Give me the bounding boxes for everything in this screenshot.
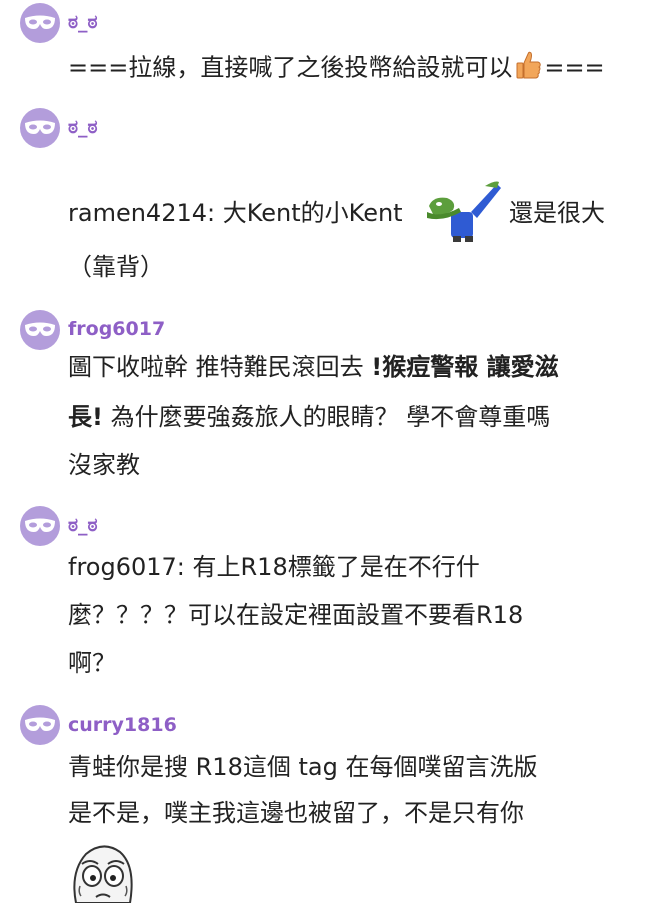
- comment-text: ramen4214: 大Kent的小Kent: [68, 199, 403, 227]
- username[interactable]: ಠ_ಠ: [68, 11, 98, 33]
- username[interactable]: frog6017: [68, 318, 165, 340]
- comment-text: 麼？？？？可以在設定裡面設置不要看R18: [68, 601, 524, 629]
- comment-text-line: frog6017: 有上R18標籤了是在不行什: [68, 552, 480, 582]
- comment-text-line: 沒家教: [68, 450, 140, 480]
- username[interactable]: curry1816: [68, 714, 177, 736]
- mask-avatar-icon[interactable]: [20, 108, 60, 148]
- comment-text-line: 是不是，噗主我這邊也被留了，不是只有你: [68, 798, 524, 828]
- comment-text: ===: [544, 53, 605, 82]
- comment-text: 為什麼要強姦旅人的眼睛？ 學不會尊重嗎: [102, 403, 551, 431]
- username[interactable]: ಠ_ಠ: [68, 116, 98, 138]
- comment-bold-text: !猴痘警報 讓愛滋: [371, 353, 559, 381]
- comment-text: （靠背）: [68, 253, 164, 281]
- username[interactable]: ಠ_ಠ: [68, 514, 98, 536]
- comment-text-line: 青蛙你是搜 R18這個 tag 在每個噗留言洗版: [68, 752, 537, 782]
- comment-text-line: （靠背）: [68, 252, 164, 282]
- comment-text-line: 還是很大: [509, 198, 605, 228]
- comment-text: 啊？: [68, 649, 116, 677]
- comment-text-line: 長! 為什麼要強姦旅人的眼睛？ 學不會尊重嗎: [68, 402, 550, 432]
- comment-text-line: ===拉線，直接喊了之後投幣給設就可以 ===: [68, 50, 605, 87]
- mask-avatar-icon[interactable]: [20, 705, 60, 745]
- comment-text-line: ramen4214: 大Kent的小Kent: [68, 198, 403, 228]
- comment-text-line: 啊？: [68, 648, 116, 678]
- comment-text: 圖下收啦幹 推特難民滾回去: [68, 353, 372, 381]
- comment-bold-text: 長!: [68, 403, 103, 431]
- comment-text-line: 麼？？？？可以在設定裡面設置不要看R18: [68, 600, 523, 630]
- comment-text: 還是很大: [509, 199, 605, 227]
- comment-text: 是不是，噗主我這邊也被留了，不是只有你: [68, 799, 524, 827]
- comment-text: 沒家教: [68, 451, 140, 479]
- thumbs-up-emoji-icon: [514, 50, 542, 87]
- frog-dab-sticker-icon: [425, 178, 503, 248]
- comment-text: ===拉線，直接喊了之後投幣給設就可以: [68, 53, 513, 82]
- comment-text: frog6017: 有上R18標籤了是在不行什: [68, 553, 480, 581]
- rage-face-sticker-icon: [68, 842, 138, 907]
- mask-avatar-icon[interactable]: [20, 310, 60, 350]
- comment-text: 青蛙你是搜 R18這個 tag 在每個噗留言洗版: [68, 753, 538, 781]
- comment-text-line: 圖下收啦幹 推特難民滾回去 !猴痘警報 讓愛滋: [68, 352, 559, 382]
- mask-avatar-icon[interactable]: [20, 506, 60, 546]
- mask-avatar-icon[interactable]: [20, 3, 60, 43]
